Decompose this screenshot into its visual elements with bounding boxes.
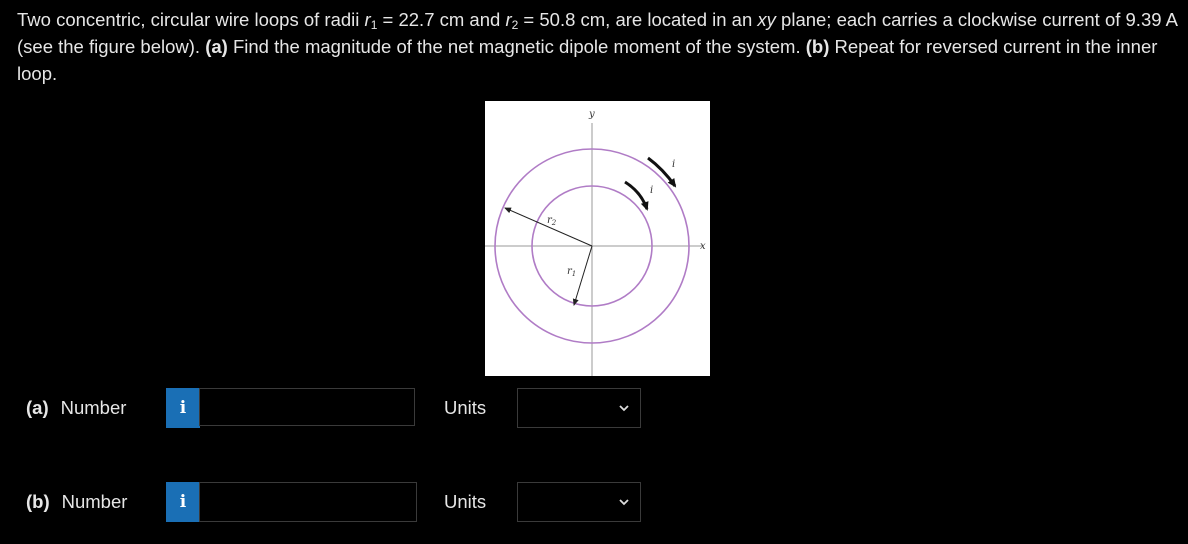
outer-current-label: i: [672, 159, 675, 170]
answer-row-b: (b) Number i Units: [0, 482, 700, 522]
part-a-question: Find the magnitude of the net magnetic d…: [227, 36, 806, 57]
answer-a-label: (a) Number: [26, 397, 126, 419]
units-select-a[interactable]: [517, 388, 641, 428]
outer-current-arrow: [647, 156, 677, 188]
xy-symbol: xy: [757, 9, 776, 30]
problem-statement: Two concentric, circular wire loops of r…: [17, 6, 1182, 87]
loops-diagram: y x r2 r1 i i: [485, 109, 706, 376]
chevron-down-icon: [619, 405, 629, 412]
part-letter: (b): [26, 491, 50, 512]
problem-text: = 22.7 cm and: [377, 9, 506, 30]
answer-row-a: (a) Number i Units: [0, 388, 700, 428]
units-label: Units: [444, 397, 487, 418]
r2-arrow: [504, 207, 593, 247]
concentric-loops-figure: y x r2 r1 i i: [485, 101, 710, 376]
answer-b-label: (b) Number: [26, 491, 127, 513]
y-axis-label: y: [588, 109, 595, 120]
units-label: Units: [444, 491, 487, 512]
r1-label: r1: [567, 266, 576, 278]
x-axis-label: x: [700, 241, 706, 252]
units-select-b[interactable]: [517, 482, 641, 522]
r2-label: r2: [547, 215, 557, 227]
number-label: Number: [60, 397, 127, 418]
problem-text: = 50.8 cm, are located in an: [518, 9, 758, 30]
inner-current-label: i: [650, 185, 653, 196]
info-icon[interactable]: i: [166, 482, 200, 522]
part-letter: (a): [26, 397, 49, 418]
part-a-label: (a): [205, 36, 228, 57]
chevron-down-icon: [619, 499, 629, 506]
problem-text: Two concentric, circular wire loops of r…: [17, 9, 365, 30]
number-input-b[interactable]: [199, 482, 417, 522]
r1-arrow: [572, 245, 593, 306]
number-input-a[interactable]: [199, 388, 415, 426]
part-b-label: (b): [805, 36, 830, 57]
info-icon[interactable]: i: [166, 388, 200, 428]
number-label: Number: [61, 491, 128, 512]
